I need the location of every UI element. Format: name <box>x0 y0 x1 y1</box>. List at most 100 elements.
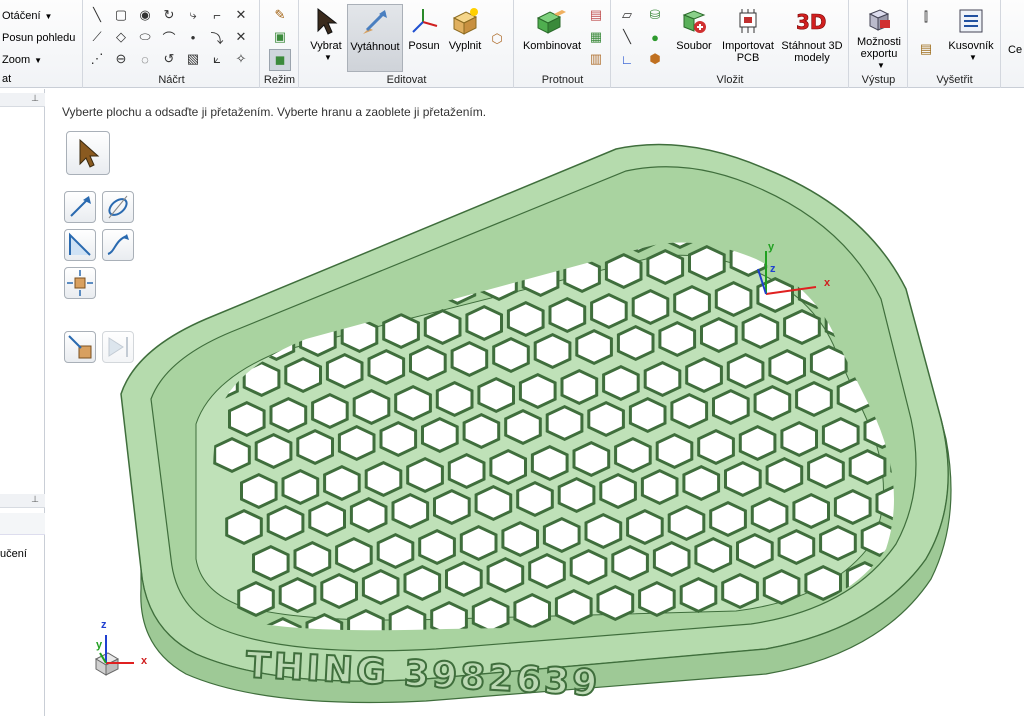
pin-icon[interactable]: ⊥ <box>31 494 39 505</box>
panel-item-label[interactable]: učení <box>0 548 27 560</box>
axis-icon[interactable]: ╲ <box>618 28 636 46</box>
download-3d-models-button[interactable]: 3D Stáhnout 3D modely <box>780 4 844 72</box>
fill-box-icon <box>448 4 482 38</box>
cylinder-icon[interactable]: ⛁ <box>646 6 664 24</box>
point-tool-icon[interactable]: • <box>184 28 202 46</box>
design-viewport[interactable]: Vyberte plochu a odsaďte ji přetažením. … <box>46 89 1024 716</box>
split-line-icon[interactable]: ✧ <box>232 50 250 68</box>
honeycomb-cell <box>611 544 649 582</box>
honeycomb-cell <box>260 242 298 250</box>
honeycomb-cell <box>753 384 792 422</box>
honeycomb-cell <box>477 376 515 414</box>
tangent-line-icon[interactable]: ⟋ <box>88 28 106 46</box>
honeycomb-cell <box>694 536 733 574</box>
sweep-arc-icon[interactable]: ↺ <box>160 50 178 68</box>
tray-model[interactable] <box>46 89 1024 716</box>
sketch-mode-icon[interactable]: ✎ <box>271 6 289 24</box>
arc-tool-icon[interactable]: ↻ <box>160 6 178 24</box>
face-curve-icon[interactable]: ▧ <box>184 50 202 68</box>
sphere-icon[interactable]: ● <box>646 28 664 46</box>
honeycomb-cell <box>423 308 462 346</box>
honeycomb-cell <box>614 436 652 474</box>
honeycomb-cell <box>367 348 406 386</box>
sketch-group: ╲ ▢ ◉ ↻ ⤷ ⌐ ✕ ⟋ ◇ ⬭ ⌒ • ⤵ ✕ ⋰ ⊖ ◌ ↺ ▧ ⟀ … <box>84 0 260 88</box>
slot-tool-icon[interactable]: ⊖ <box>112 50 130 68</box>
honeycomb-cell <box>228 400 266 438</box>
global-y-label: y <box>96 639 103 651</box>
circle-tool-icon[interactable]: ◉ <box>136 6 154 24</box>
properties-icon[interactable]: ▤ <box>917 40 935 58</box>
honeycomb-cell <box>688 244 726 282</box>
measure-caliper-icon[interactable]: ⫿ <box>917 8 935 26</box>
three-point-circle-icon[interactable]: ◌ <box>136 50 154 68</box>
honeycomb-cell <box>406 456 444 494</box>
edit-group: Vybrat ▼ Vytáhnout Posun Vyplnit ⬡ Edito… <box>300 0 514 88</box>
split-face-icon[interactable]: ▦ <box>587 28 605 46</box>
section-mode-icon[interactable]: ▣ <box>271 28 289 46</box>
spline-tool-icon[interactable]: ⤷ <box>184 6 202 24</box>
inspect-group-label: Vyšetřit <box>936 74 973 86</box>
global-z-label: z <box>101 619 107 631</box>
shell-icon[interactable]: ⬢ <box>646 50 664 68</box>
local-x-label: x <box>824 277 831 289</box>
honeycomb-cell <box>513 592 551 630</box>
global-x-label: x <box>141 655 148 667</box>
file-button[interactable]: Soubor <box>672 4 716 72</box>
honeycomb-cell <box>403 564 442 602</box>
import-pcb-button[interactable]: Importovat PCB <box>718 4 778 72</box>
honeycomb-cell <box>409 344 447 382</box>
origin-icon[interactable]: ∟ <box>618 50 636 68</box>
bom-button[interactable]: Kusovník ▼ <box>945 4 997 72</box>
tangent-arc-icon[interactable]: ⌒ <box>160 28 178 46</box>
cut-button[interactable]: Ce <box>1008 44 1022 56</box>
tweak-face-icon[interactable]: ⬡ <box>488 30 506 48</box>
honeycomb-cell <box>848 448 887 486</box>
rotate-button[interactable]: Otáčení ▼ <box>2 10 52 22</box>
honeycomb-cell <box>750 496 789 534</box>
honeycomb-cell <box>548 296 587 334</box>
orient-group: Otáčení ▼ Posun pohledu Zoom ▼ at <box>0 0 83 88</box>
plane-icon[interactable]: ▱ <box>618 6 636 24</box>
ribbon: Otáčení ▼ Posun pohledu Zoom ▼ at ╲ ▢ ◉ ↻ … <box>0 0 1024 88</box>
3d-mode-icon[interactable]: ◼ <box>269 49 291 71</box>
honeycomb-cell <box>557 476 596 514</box>
three-point-rectangle-icon[interactable]: ◇ <box>112 28 130 46</box>
pull-button[interactable]: Vytáhnout <box>347 4 403 72</box>
edit-group-label: Editovat <box>386 74 427 86</box>
fill-button[interactable]: Vyplnit <box>445 4 485 72</box>
honeycomb-cell <box>584 512 623 550</box>
honeycomb-cell <box>418 528 456 566</box>
project-tool-icon[interactable]: ⟀ <box>208 50 226 68</box>
project-face-icon[interactable]: ▥ <box>587 50 605 68</box>
pin-icon[interactable]: ⊥ <box>31 93 39 104</box>
construction-line-icon[interactable]: ⋰ <box>88 50 106 68</box>
offset-curve-icon[interactable]: ⤵ <box>208 28 226 46</box>
honeycomb-cell <box>599 472 637 510</box>
honeycomb-cell <box>433 488 471 526</box>
honeycomb-cell <box>545 404 584 442</box>
trim-tool-icon[interactable]: ✕ <box>232 6 250 24</box>
honeycomb-cell <box>506 300 545 338</box>
honeycomb-cell <box>218 242 257 254</box>
move-button[interactable]: Posun <box>404 4 444 72</box>
honeycomb-cell <box>807 452 845 490</box>
honeycomb-cell <box>844 159 879 192</box>
view-cube-triad[interactable]: x z y <box>86 619 156 679</box>
local-y-label: y <box>768 241 775 253</box>
select-button[interactable]: Vybrat ▼ <box>306 4 346 72</box>
bend-tool-icon[interactable]: ✕ <box>232 28 250 46</box>
export-options-button[interactable]: Možnosti exportu ▼ <box>852 4 906 72</box>
line-tool-icon[interactable]: ╲ <box>88 6 106 24</box>
ellipse-tool-icon[interactable]: ⬭ <box>136 28 154 46</box>
honeycomb-cell <box>311 392 349 430</box>
honeycomb-cell <box>721 572 759 610</box>
rectangle-tool-icon[interactable]: ▢ <box>112 6 130 24</box>
mode-group-label: Režim <box>263 74 296 86</box>
honeycomb-cell <box>269 396 308 434</box>
honeycomb-cell <box>474 484 513 522</box>
split-body-icon[interactable]: ▤ <box>587 6 605 24</box>
zoom-button[interactable]: Zoom ▼ <box>2 54 42 66</box>
corner-arc-icon[interactable]: ⌐ <box>208 6 226 24</box>
pan-button[interactable]: Posun pohledu <box>2 32 75 44</box>
combine-button[interactable]: Kombinovat <box>519 4 585 72</box>
